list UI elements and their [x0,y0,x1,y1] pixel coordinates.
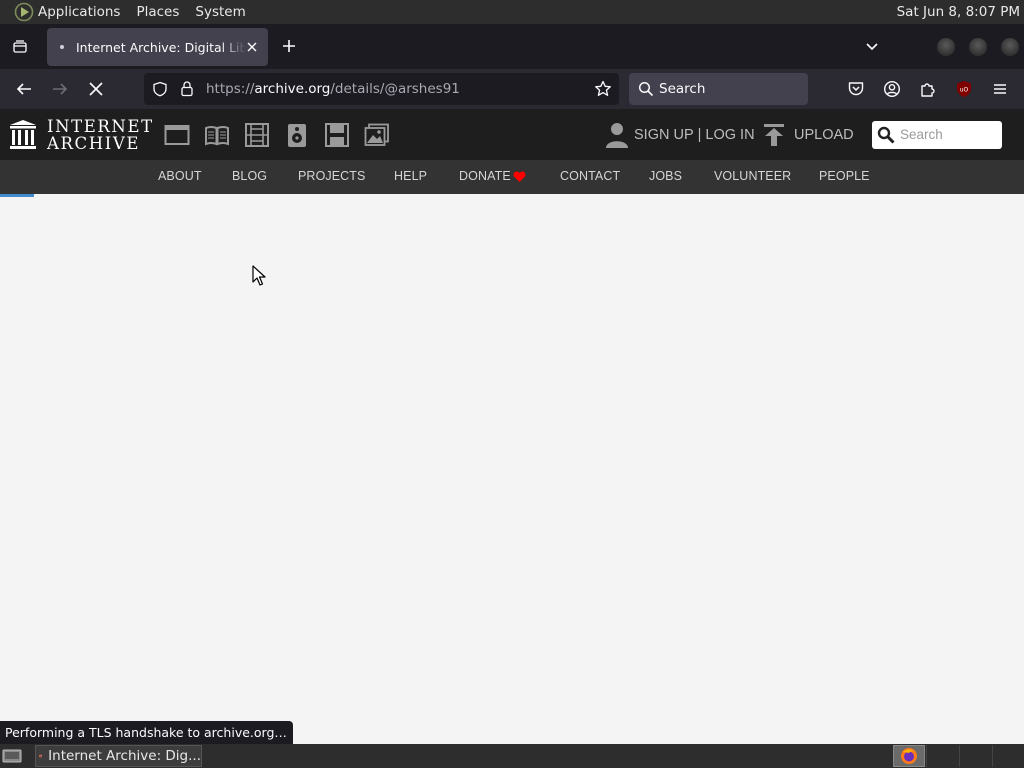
account-links: SIGN UP | LOG IN [606,121,755,149]
upload-label: UPLOAD [794,127,854,143]
nav-volunteer[interactable]: VOLUNTEER [714,169,791,183]
pocket-button[interactable] [844,77,868,101]
web-icon[interactable] [164,123,190,147]
nav-donate[interactable]: DONATE [459,169,511,183]
arrow-right-icon [53,83,68,95]
new-tab-button[interactable] [279,36,299,56]
browser-search-placeholder: Search [659,81,706,97]
heart-icon [513,171,526,182]
nav-help[interactable]: HELP [394,169,427,183]
system-menu[interactable]: System [189,0,251,24]
account-button[interactable] [880,77,904,101]
tab-close-button[interactable] [244,39,260,55]
ublock-origin-button[interactable]: uO [952,77,976,101]
pocket-icon [848,82,864,96]
system-menu-label: System [195,4,246,20]
system-top-panel: Applications Places System Sat Jun 8, 8:… [0,0,1024,24]
firefox-icon [901,748,917,764]
show-desktop-icon[interactable] [2,748,22,764]
tab-internet-archive[interactable]: Internet Archive: Digital Library of Fre… [47,28,268,66]
tab-loading-indicator-icon [60,45,64,49]
account-separator: | [697,127,702,143]
navigation-toolbar: https://archive.org/details/@arshes91 Se… [0,69,1024,109]
arrow-left-icon [16,83,31,95]
logo-line-archive: ARCHIVE [47,134,141,153]
lock-icon[interactable] [180,80,194,97]
nav-contact[interactable]: CONTACT [560,169,620,183]
url-path: /details/@arshes91 [330,81,460,97]
log-in-link[interactable]: LOG IN [705,127,754,143]
applications-menu[interactable]: Applications [0,0,126,24]
extensions-button[interactable] [916,77,940,101]
url-bar[interactable]: https://archive.org/details/@arshes91 [144,73,619,105]
workspace-4[interactable] [992,745,1024,767]
maximize-window-button[interactable] [969,38,987,56]
images-icon[interactable] [364,123,390,147]
upload-arrow-icon [764,124,784,146]
archive-top-bar: INTERNET ARCHIVE SIGN UP | LOG IN UPLOAD… [0,109,1024,160]
bookmark-star-icon[interactable] [594,80,612,98]
tab-strip: Internet Archive: Digital Library of Fre… [0,24,1024,69]
ublock-shield-icon: uO [957,81,971,97]
tab-title: Internet Archive: Digital Library of Fre… [76,39,246,55]
nav-blog[interactable]: BLOG [232,169,267,183]
distro-logo-icon [14,2,34,22]
applications-menu-label: Applications [38,4,121,20]
firefox-icon [39,754,42,758]
nav-about[interactable]: ABOUT [158,169,202,183]
nav-projects[interactable]: PROJECTS [298,169,365,183]
system-bottom-panel: Internet Archive: Dig... [0,744,1024,768]
hamburger-menu-icon [994,84,1006,94]
archive-nav-bar: ABOUT BLOG PROJECTS HELP DONATE CONTACT … [0,160,1024,194]
places-menu-label: Places [136,4,180,20]
browser-search-bar[interactable]: Search [629,73,808,105]
close-window-button[interactable] [1001,38,1019,56]
url-host: archive.org [254,81,331,97]
search-icon [638,81,654,97]
sign-up-link[interactable]: SIGN UP [634,127,694,143]
taskbar-item-firefox[interactable]: Internet Archive: Dig... [35,745,202,767]
account-icon [883,80,901,98]
extension-badge-text: uO [960,87,969,94]
minimize-window-button[interactable] [937,38,955,56]
internet-archive-logo[interactable]: INTERNET ARCHIVE [9,117,152,153]
clock[interactable]: Sat Jun 8, 8:07 PM [887,0,1020,24]
archive-search-placeholder: Search [900,127,943,142]
audio-icon[interactable] [284,123,310,147]
stop-loading-button[interactable] [84,77,108,101]
tab-list-icon [13,39,27,53]
browser-status-text: Performing a TLS handshake to archive.or… [0,721,293,744]
back-button[interactable] [12,77,36,101]
close-icon [247,42,257,52]
archive-building-icon [10,120,36,149]
chevron-down-icon[interactable] [864,38,880,54]
search-icon [877,126,895,144]
user-icon [606,123,628,148]
video-icon[interactable] [244,123,270,147]
url-scheme: https:// [206,81,255,97]
archive-search-input[interactable]: Search [872,121,1002,149]
tracking-protection-shield-icon[interactable] [152,81,168,97]
app-menu-button[interactable] [988,77,1012,101]
taskbar-item-label: Internet Archive: Dig... [48,748,201,764]
url-text[interactable]: https://archive.org/details/@arshes91 [206,81,460,97]
texts-icon[interactable] [204,123,230,147]
workspace-3[interactable] [959,745,991,767]
puzzle-icon [921,83,935,97]
page-content-area [0,197,1024,721]
workspace-1[interactable] [893,745,925,767]
workspace-2[interactable] [926,745,958,767]
nav-people[interactable]: PEOPLE [819,169,870,183]
software-icon[interactable] [324,123,350,147]
stop-icon [89,82,103,96]
list-all-tabs-button[interactable] [0,24,40,69]
mouse-cursor-icon [252,265,266,286]
nav-jobs[interactable]: JOBS [649,169,682,183]
forward-button[interactable] [48,77,72,101]
places-menu[interactable]: Places [130,0,185,24]
upload-button[interactable]: UPLOAD [764,121,854,149]
